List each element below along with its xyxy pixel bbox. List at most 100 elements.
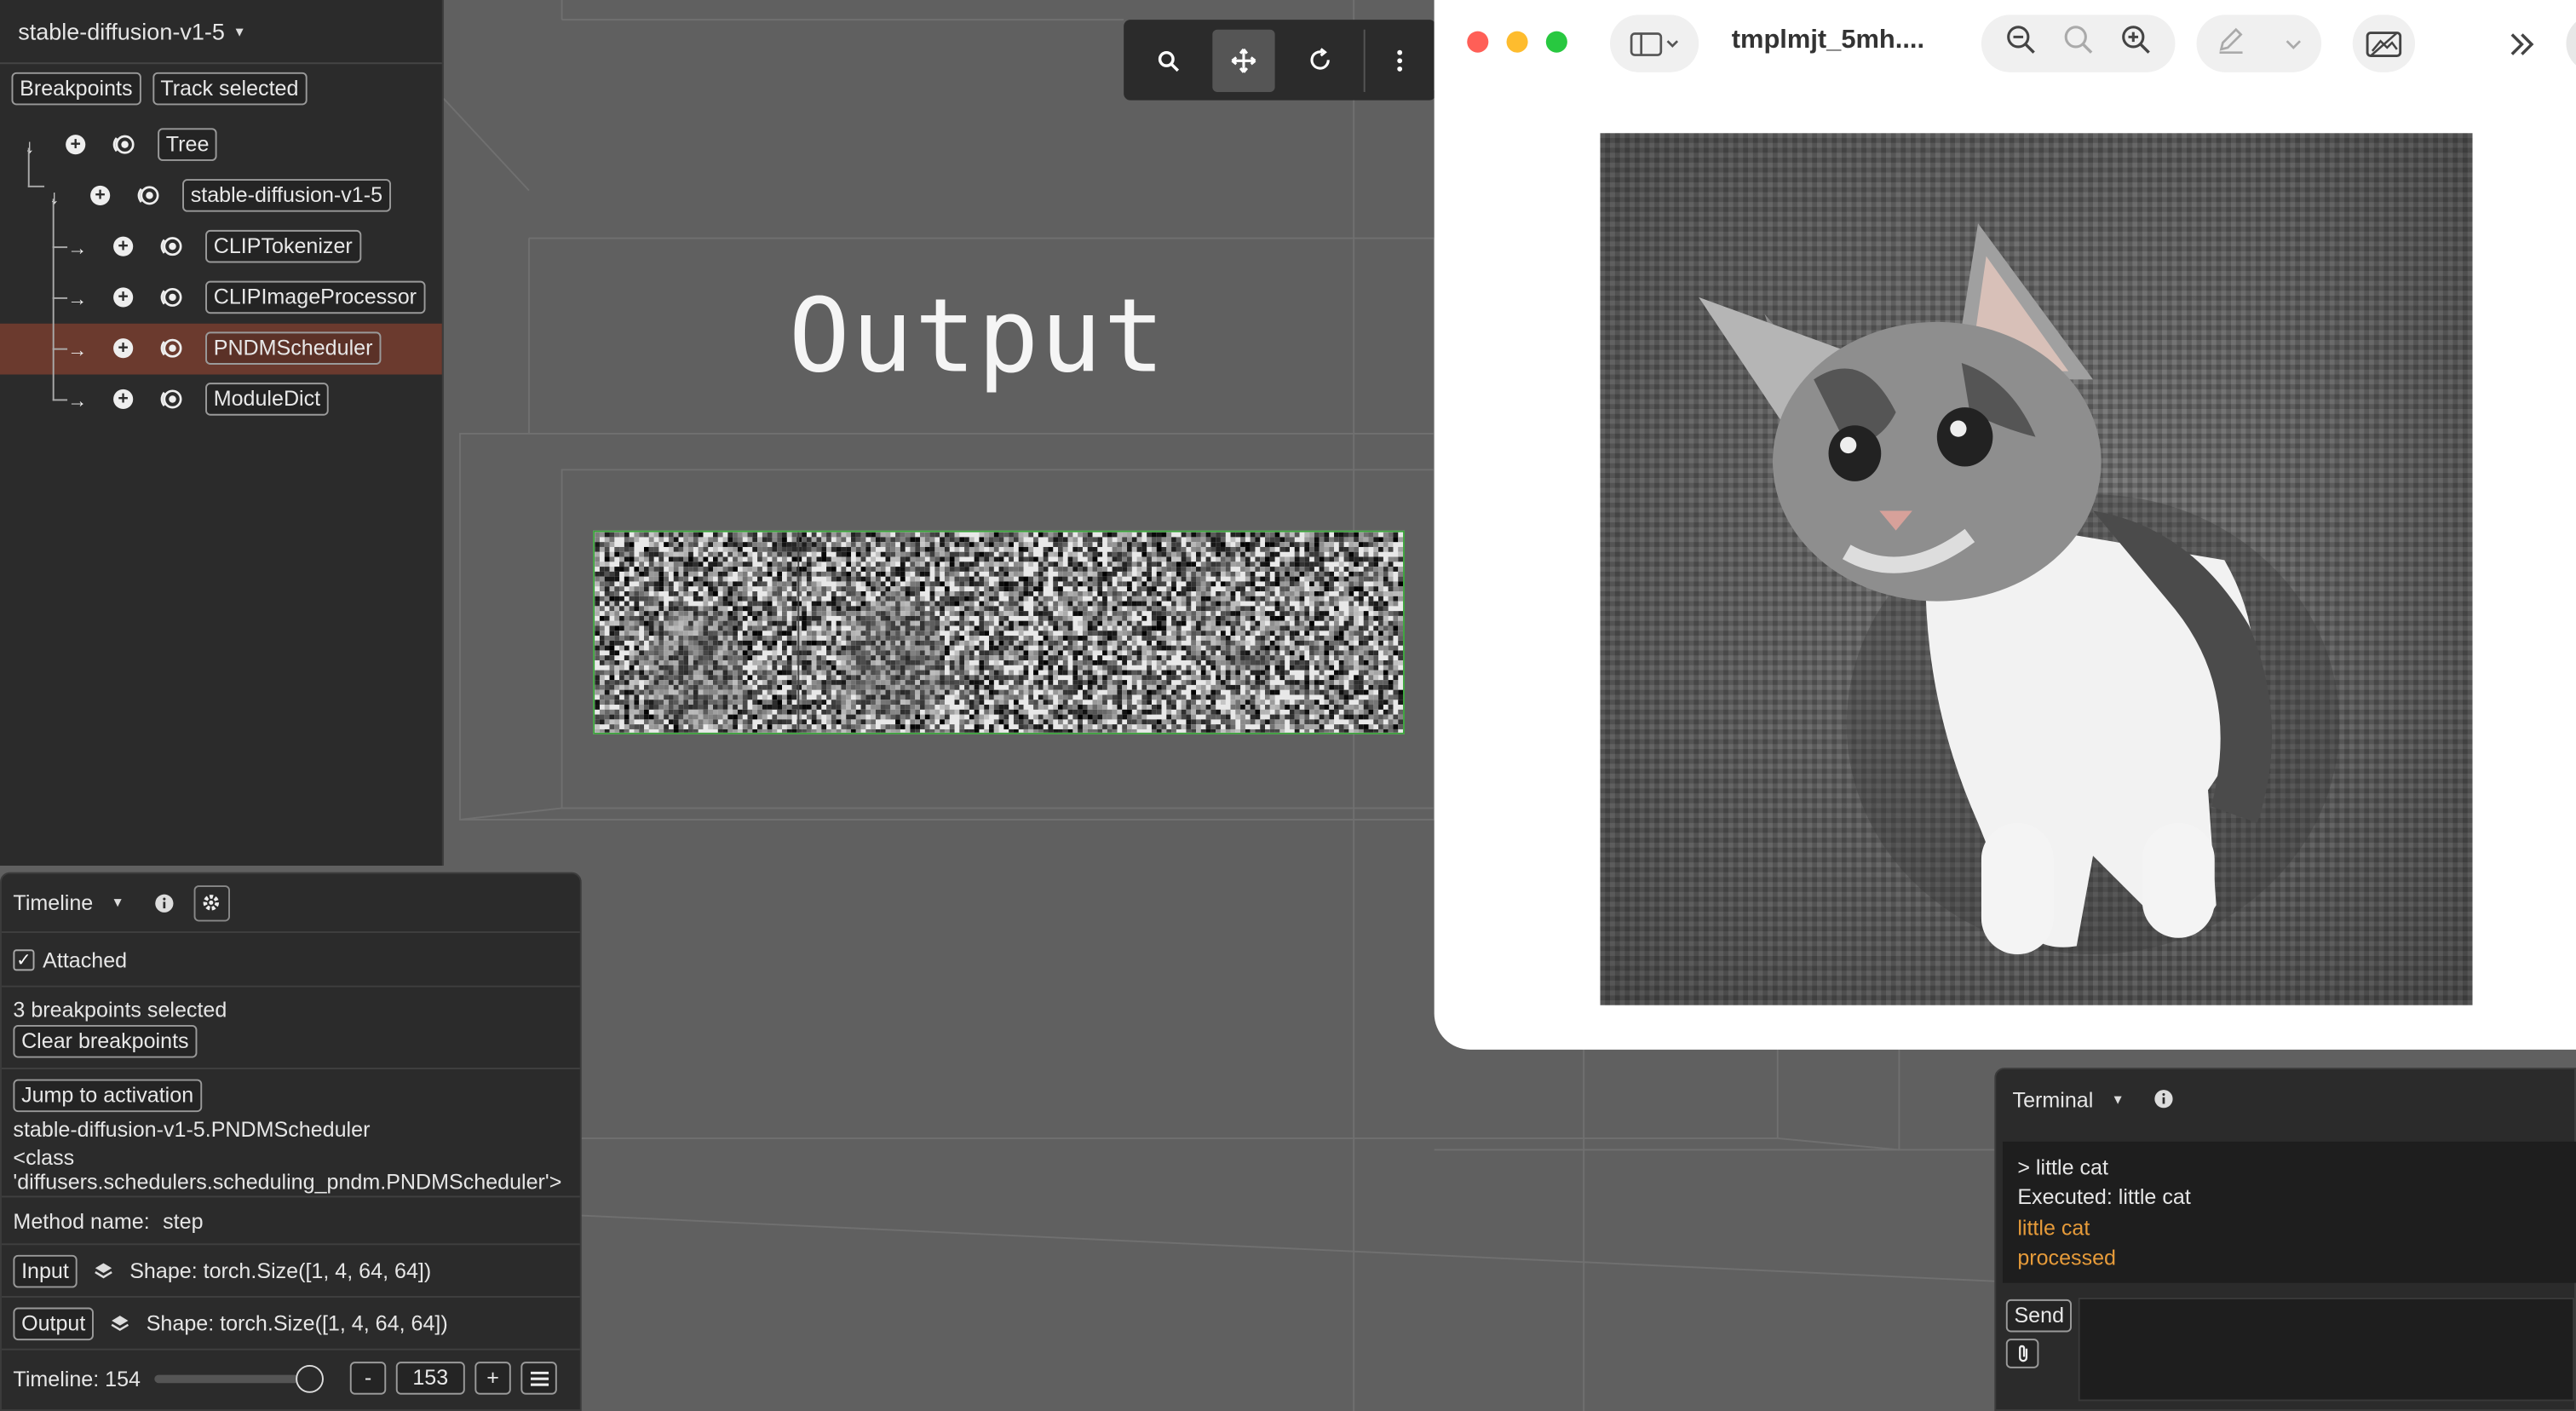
attached-checkbox[interactable]: ✓ — [13, 948, 35, 970]
app-root: Output stable-diffusion-v1-5 ▼ Breakpoin… — [0, 0, 2576, 1411]
breakpoint-toggle-icon[interactable] — [159, 285, 182, 308]
model-tree-panel: stable-diffusion-v1-5 ▼ Breakpoints Trac… — [0, 0, 444, 866]
breakpoint-controls: Breakpoints Track selected — [0, 64, 442, 113]
add-circle-icon[interactable]: + — [113, 389, 134, 410]
markup-pen-icon[interactable] — [2216, 25, 2245, 62]
latent-noise-visualization[interactable] — [593, 530, 1405, 734]
breakpoint-toggle-icon[interactable] — [159, 235, 182, 258]
timeline-slider-thumb[interactable] — [296, 1365, 324, 1393]
jump-to-activation-button[interactable]: Jump to activation — [13, 1079, 202, 1113]
arrow-right-icon[interactable]: → — [66, 337, 89, 360]
track-selected-button[interactable]: Track selected — [152, 72, 308, 106]
move-icon[interactable] — [1212, 28, 1275, 91]
sidebar-toggle-button[interactable] — [1610, 14, 1699, 72]
tree-node-label[interactable]: PNDMScheduler — [205, 331, 382, 365]
search-icon[interactable] — [1137, 29, 1199, 91]
tree-row[interactable]: ↓ + Tree — [0, 120, 442, 171]
more-tools-button[interactable] — [2491, 14, 2553, 72]
double-chevron-right-icon — [2510, 32, 2534, 55]
image-adjust-icon — [2366, 31, 2402, 57]
latent-noise-image — [595, 532, 1404, 733]
tree-node-label[interactable]: CLIPImageProcessor — [205, 280, 425, 314]
decrement-button[interactable]: - — [349, 1362, 387, 1395]
activation-section: Jump to activation stable-diffusion-v1-5… — [1, 1069, 580, 1198]
tree-node-label[interactable]: Tree — [158, 128, 218, 161]
more-vertical-icon[interactable] — [1382, 29, 1417, 91]
breakpoints-selected-text: 3 breakpoints selected — [13, 997, 227, 1022]
terminal-title[interactable]: Terminal — [2013, 1086, 2094, 1111]
share-button[interactable] — [2566, 14, 2576, 72]
increment-button[interactable]: + — [474, 1362, 511, 1395]
breakpoint-toggle-icon[interactable] — [136, 184, 159, 207]
clear-breakpoints-button[interactable]: Clear breakpoints — [13, 1024, 198, 1058]
image-adjust-button[interactable] — [2352, 14, 2416, 72]
method-value: step — [163, 1207, 204, 1233]
kitten-illustration — [1600, 133, 2473, 1005]
window-titlebar: tmplmjt_5mh.... — [1434, 0, 2576, 91]
close-window-button[interactable] — [1467, 31, 1489, 53]
tree-connector — [27, 147, 45, 187]
tree-node-label[interactable]: stable-diffusion-v1-5 — [182, 179, 391, 212]
add-circle-icon[interactable]: + — [90, 185, 111, 205]
toolbar-separator — [1363, 28, 1366, 91]
window-title: tmplmjt_5mh.... — [1731, 26, 1925, 55]
attached-label: Attached — [43, 947, 128, 972]
breakpoint-toggle-icon[interactable] — [159, 337, 182, 360]
module-tree: ↓ + Tree ↓ + stable-diffusion-v1-5 → + CLIPToken… — [0, 120, 442, 426]
tree-row[interactable]: → + ModuleDict — [0, 348, 442, 426]
markup-controls — [2196, 14, 2322, 72]
tree-node-label[interactable]: CLIPTokenizer — [205, 229, 361, 263]
input-button[interactable]: Input — [13, 1253, 78, 1287]
timeline-slider[interactable] — [154, 1365, 324, 1393]
terminal-line: Executed: little cat — [2017, 1184, 2191, 1210]
info-icon[interactable] — [2153, 1089, 2173, 1109]
model-select[interactable]: stable-diffusion-v1-5 ▼ — [0, 0, 442, 65]
zoom-in-icon[interactable] — [2121, 25, 2151, 62]
add-circle-icon[interactable]: + — [113, 287, 134, 308]
zoom-out-icon[interactable] — [2005, 25, 2035, 62]
model-select-value: stable-diffusion-v1-5 — [18, 18, 225, 45]
terminal-line: > little cat — [2017, 1155, 2108, 1180]
actual-size-icon[interactable] — [2063, 25, 2093, 62]
arrow-right-icon[interactable]: → — [66, 286, 89, 309]
breakpoints-section: 3 breakpoints selected Clear breakpoints — [1, 988, 580, 1069]
minimize-window-button[interactable] — [1506, 31, 1528, 53]
breakpoints-button[interactable]: Breakpoints — [11, 72, 141, 106]
timeline-title[interactable]: Timeline — [13, 890, 93, 915]
arrow-right-icon[interactable]: → — [66, 236, 89, 259]
gear-icon[interactable] — [193, 884, 230, 921]
chevron-down-icon[interactable] — [2283, 29, 2303, 59]
output-button[interactable]: Output — [13, 1306, 94, 1340]
add-circle-icon[interactable]: + — [113, 236, 134, 256]
method-label: Method name: — [13, 1207, 150, 1233]
caret-down-icon[interactable]: ▼ — [111, 896, 124, 910]
module-path: stable-diffusion-v1-5.PNDMScheduler — [13, 1116, 371, 1142]
terminal-actions: Send — [2005, 1299, 2073, 1368]
scene-output-title: Output — [788, 275, 1167, 396]
rotate-icon[interactable] — [1288, 29, 1350, 91]
step-input[interactable]: 153 — [395, 1362, 465, 1395]
attach-button[interactable] — [2005, 1339, 2039, 1368]
timeline-step-label: Timeline: 154 — [13, 1365, 141, 1391]
terminal-input[interactable] — [2078, 1297, 2575, 1402]
image-preview-window: tmplmjt_5mh.... — [1434, 0, 2576, 1050]
arrow-right-icon[interactable]: → — [66, 389, 89, 412]
caret-down-icon[interactable]: ▼ — [2111, 1091, 2124, 1106]
tree-connector — [52, 246, 68, 299]
breakpoint-toggle-icon[interactable] — [112, 133, 135, 156]
info-icon[interactable] — [153, 893, 173, 913]
send-button[interactable]: Send — [2005, 1299, 2073, 1333]
timeline-header: Timeline ▼ — [1, 874, 580, 933]
zoom-window-button[interactable] — [1545, 31, 1567, 53]
terminal-output: > little cat Executed: little cat little c… — [2002, 1141, 2576, 1283]
attached-row: ✓ Attached — [1, 933, 580, 988]
breakpoint-toggle-icon[interactable] — [159, 388, 182, 411]
add-circle-icon[interactable]: + — [66, 135, 86, 155]
list-icon[interactable] — [520, 1362, 557, 1395]
tree-node-label[interactable]: ModuleDict — [205, 383, 329, 416]
tree-connector — [52, 297, 68, 350]
tree-connector — [52, 199, 68, 249]
output-shape: Shape: torch.Size([1, 4, 64, 64]) — [146, 1310, 448, 1336]
add-circle-icon[interactable]: + — [113, 338, 134, 359]
input-shape: Shape: torch.Size([1, 4, 64, 64]) — [129, 1258, 432, 1283]
